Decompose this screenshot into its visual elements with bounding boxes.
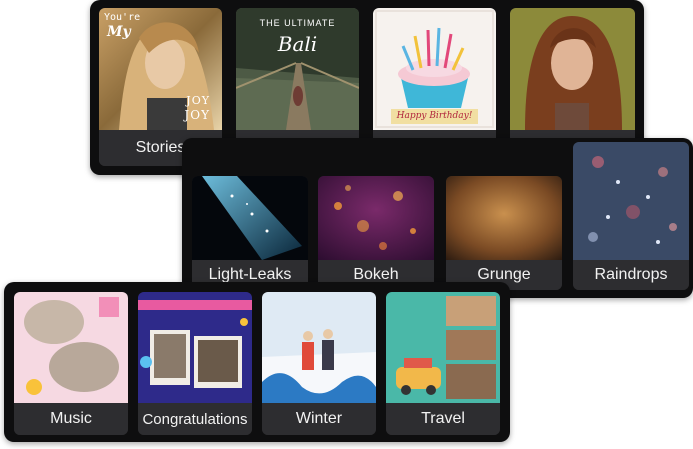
overlay-text-the-ultimate: THE ULTIMATE [259,18,336,28]
card-label: Congratulations [138,403,252,435]
overlay-text-joy-1: JOY [186,94,210,107]
template-row-panel-2: Light-Leaks Bokeh Grunge Raindrops [182,138,693,298]
overlay-text-joy-2: JOY [184,108,210,122]
card-label: Winter [262,403,376,435]
portrait-photo-icon: You're My JOY JOY [99,8,222,130]
template-card-music[interactable]: Music [14,292,128,435]
overlay-text-my: My [107,24,131,40]
bridge-photo-icon: THE ULTIMATE Bali [236,8,359,130]
card-label: Travel [386,403,500,435]
template-card-travel-collage[interactable]: Travel [386,292,500,435]
template-card-winter[interactable]: Winter [262,292,376,435]
card-label: Raindrops [573,260,689,290]
music-collage-icon [14,292,128,403]
birthday-cupcake-icon: Happy Birthday! [373,8,496,130]
winter-scene-icon [262,292,376,403]
overlay-text-youre: You're [104,12,141,23]
bokeh-icon [318,176,434,260]
template-row-panel-3: Music Congratulations Winter Travel [4,282,510,442]
template-card-raindrops[interactable]: Raindrops [573,142,689,290]
light-beam-icon [192,176,308,260]
congrats-collage-icon [138,292,252,403]
overlay-text-bali: Bali [277,32,318,56]
template-card-grunge[interactable]: Grunge [446,176,562,290]
template-card-bokeh[interactable]: Bokeh [318,176,434,290]
card-label: Music [14,403,128,435]
portrait-photo-icon [510,8,635,130]
template-card-light-leaks[interactable]: Light-Leaks [192,176,308,290]
template-card-congratulations[interactable]: Congratulations [138,292,252,435]
overlay-text-happy-birthday: Happy Birthday! [391,109,478,124]
travel-collage-icon [386,292,500,403]
grunge-texture-icon [446,176,562,260]
raindrops-icon [573,142,689,260]
